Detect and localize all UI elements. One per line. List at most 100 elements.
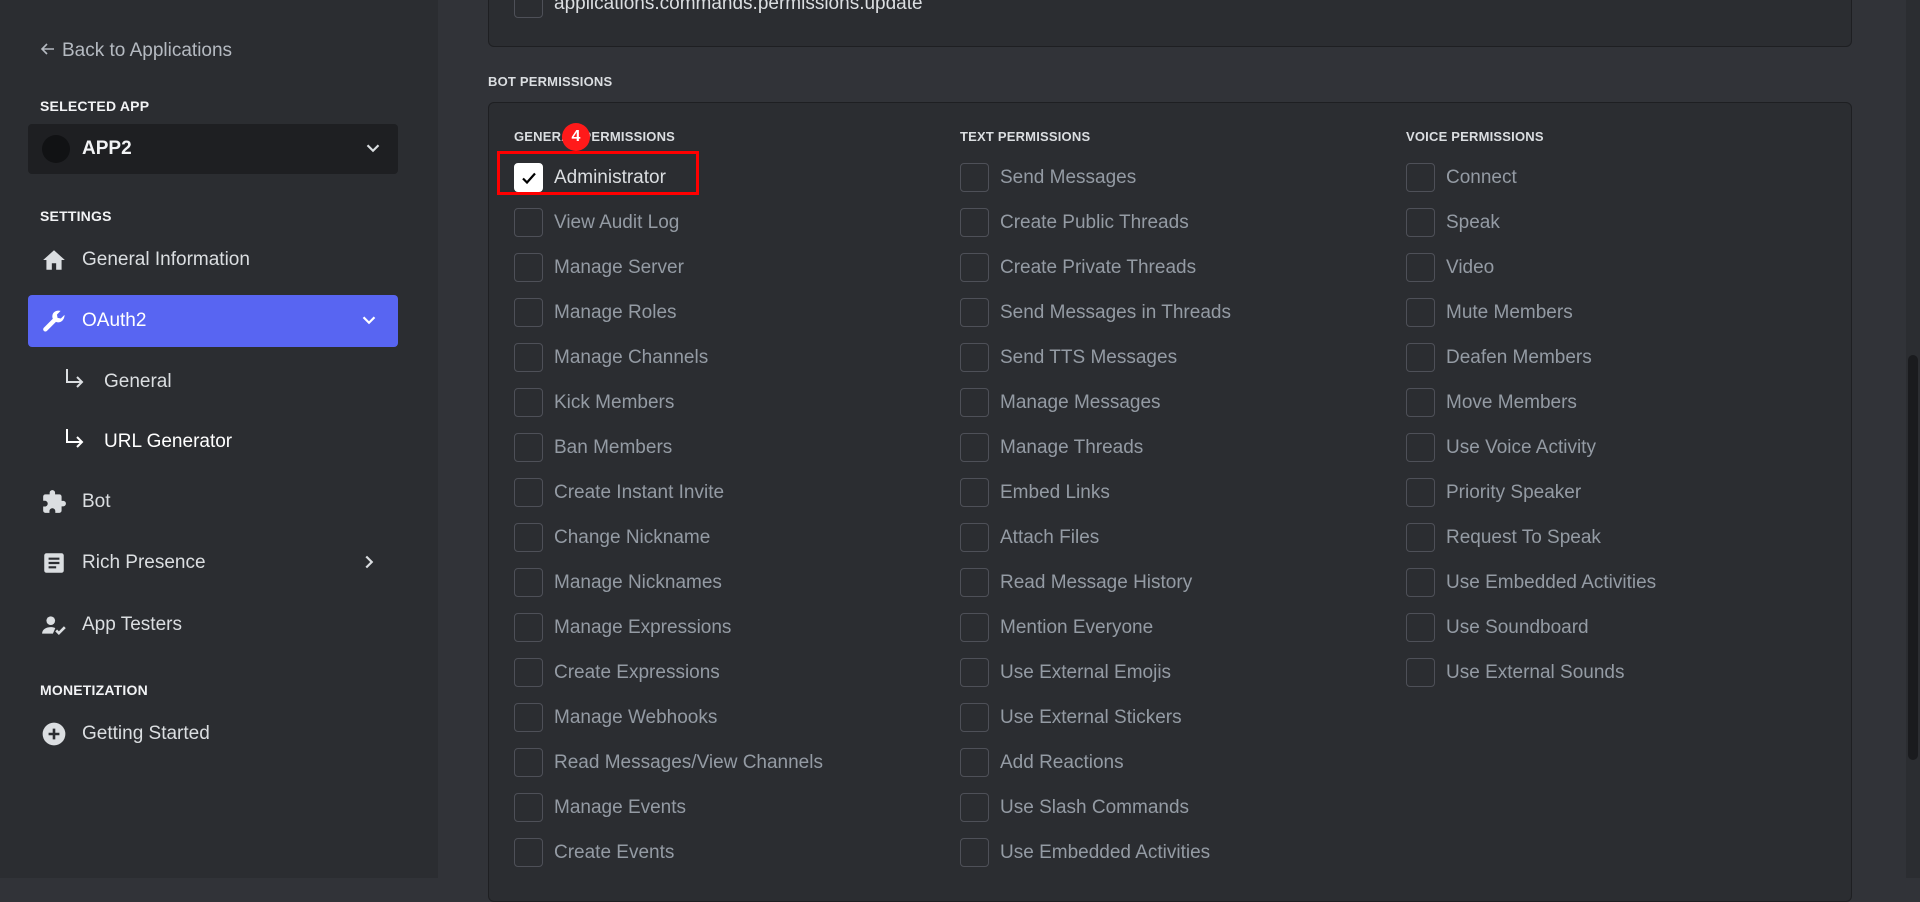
back-to-applications-link[interactable]: Back to Applications	[40, 40, 232, 62]
permission-row-change-nickname[interactable]: Change Nickname	[514, 515, 823, 560]
permission-checkbox[interactable]	[960, 253, 989, 282]
permission-row-read-messages-view-channels[interactable]: Read Messages/View Channels	[514, 740, 823, 785]
permission-row-create-instant-invite[interactable]: Create Instant Invite	[514, 470, 823, 515]
permission-checkbox[interactable]	[960, 433, 989, 462]
permission-row-deafen-members[interactable]: Deafen Members	[1406, 335, 1656, 380]
permission-checkbox[interactable]	[514, 838, 543, 867]
nav-app-testers[interactable]: App Testers	[28, 599, 398, 651]
permission-row-use-voice-activity[interactable]: Use Voice Activity	[1406, 425, 1656, 470]
permission-row-manage-expressions[interactable]: Manage Expressions	[514, 605, 823, 650]
permission-row-read-message-history[interactable]: Read Message History	[960, 560, 1231, 605]
permission-checkbox[interactable]	[1406, 388, 1435, 417]
permission-checkbox[interactable]	[960, 388, 989, 417]
permission-checkbox[interactable]	[514, 253, 543, 282]
permission-row-create-public-threads[interactable]: Create Public Threads	[960, 200, 1231, 245]
permission-checkbox[interactable]	[960, 568, 989, 597]
permission-row-use-external-emojis[interactable]: Use External Emojis	[960, 650, 1231, 695]
app-selector[interactable]: APP2	[28, 124, 398, 174]
permission-row-manage-events[interactable]: Manage Events	[514, 785, 823, 830]
permission-row-use-slash-commands[interactable]: Use Slash Commands	[960, 785, 1231, 830]
scope-checkbox[interactable]	[514, 0, 543, 18]
permission-row-use-external-stickers[interactable]: Use External Stickers	[960, 695, 1231, 740]
permission-checkbox[interactable]	[960, 523, 989, 552]
permission-row-priority-speaker[interactable]: Priority Speaker	[1406, 470, 1656, 515]
permission-row-manage-threads[interactable]: Manage Threads	[960, 425, 1231, 470]
permission-checkbox[interactable]	[1406, 208, 1435, 237]
permission-row-mention-everyone[interactable]: Mention Everyone	[960, 605, 1231, 650]
permission-checkbox[interactable]	[514, 433, 543, 462]
permission-checkbox[interactable]	[960, 793, 989, 822]
permission-checkbox[interactable]	[960, 613, 989, 642]
nav-rich-presence[interactable]: Rich Presence	[28, 537, 398, 589]
nav-oauth2-general[interactable]: General	[64, 362, 172, 402]
permission-row-use-embedded-activities[interactable]: Use Embedded Activities	[1406, 560, 1656, 605]
permission-row-video[interactable]: Video	[1406, 245, 1656, 290]
permission-row-connect[interactable]: Connect	[1406, 155, 1656, 200]
permission-row-manage-server[interactable]: Manage Server	[514, 245, 823, 290]
permission-checkbox[interactable]	[960, 703, 989, 732]
permission-row-attach-files[interactable]: Attach Files	[960, 515, 1231, 560]
permission-checkbox[interactable]	[514, 523, 543, 552]
permission-row-use-external-sounds[interactable]: Use External Sounds	[1406, 650, 1656, 695]
permission-checkbox[interactable]	[514, 298, 543, 327]
permission-row-embed-links[interactable]: Embed Links	[960, 470, 1231, 515]
permission-row-manage-channels[interactable]: Manage Channels	[514, 335, 823, 380]
permission-row-use-embedded-activities[interactable]: Use Embedded Activities	[960, 830, 1231, 875]
permission-checkbox[interactable]	[960, 658, 989, 687]
permission-row-request-to-speak[interactable]: Request To Speak	[1406, 515, 1656, 560]
permission-row-add-reactions[interactable]: Add Reactions	[960, 740, 1231, 785]
permission-checkbox[interactable]	[514, 388, 543, 417]
permission-checkbox[interactable]	[1406, 433, 1435, 462]
permission-row-speak[interactable]: Speak	[1406, 200, 1656, 245]
nav-getting-started[interactable]: Getting Started	[28, 708, 398, 760]
permission-row-use-soundboard[interactable]: Use Soundboard	[1406, 605, 1656, 650]
scope-row[interactable]: applications.commands.permissions.update	[514, 0, 923, 26]
permission-checkbox[interactable]	[1406, 343, 1435, 372]
permission-checkbox[interactable]	[1406, 298, 1435, 327]
permission-row-create-private-threads[interactable]: Create Private Threads	[960, 245, 1231, 290]
permission-checkbox[interactable]	[1406, 658, 1435, 687]
permission-checkbox[interactable]	[1406, 568, 1435, 597]
permission-row-ban-members[interactable]: Ban Members	[514, 425, 823, 470]
permission-checkbox[interactable]	[1406, 478, 1435, 507]
nav-general-information[interactable]: General Information	[28, 234, 398, 286]
permission-checkbox[interactable]	[514, 208, 543, 237]
permission-row-send-tts-messages[interactable]: Send TTS Messages	[960, 335, 1231, 380]
permission-checkbox[interactable]	[1406, 253, 1435, 282]
permission-row-create-events[interactable]: Create Events	[514, 830, 823, 875]
permission-checkbox[interactable]	[960, 343, 989, 372]
permission-checkbox[interactable]	[514, 748, 543, 777]
permission-row-send-messages-in-threads[interactable]: Send Messages in Threads	[960, 290, 1231, 335]
permission-checkbox[interactable]	[960, 298, 989, 327]
permission-checkbox[interactable]	[960, 748, 989, 777]
permission-checkbox[interactable]	[514, 568, 543, 597]
permission-row-manage-messages[interactable]: Manage Messages	[960, 380, 1231, 425]
permission-row-view-audit-log[interactable]: View Audit Log	[514, 200, 823, 245]
permission-checkbox[interactable]	[960, 838, 989, 867]
permission-checkbox[interactable]	[960, 163, 989, 192]
permission-checkbox[interactable]	[514, 703, 543, 732]
permission-row-manage-roles[interactable]: Manage Roles	[514, 290, 823, 335]
permission-checkbox[interactable]	[960, 478, 989, 507]
permission-checkbox[interactable]	[514, 478, 543, 507]
permission-row-manage-nicknames[interactable]: Manage Nicknames	[514, 560, 823, 605]
permission-row-mute-members[interactable]: Mute Members	[1406, 290, 1656, 335]
scrollbar-thumb[interactable]	[1908, 355, 1918, 760]
permission-row-create-expressions[interactable]: Create Expressions	[514, 650, 823, 695]
permission-checkbox[interactable]	[960, 208, 989, 237]
permission-row-administrator[interactable]: Administrator	[514, 155, 823, 200]
permission-row-manage-webhooks[interactable]: Manage Webhooks	[514, 695, 823, 740]
nav-bot[interactable]: Bot	[28, 476, 398, 528]
permission-checkbox[interactable]	[514, 658, 543, 687]
permission-checkbox[interactable]	[514, 163, 543, 192]
nav-oauth2[interactable]: OAuth2	[28, 295, 398, 347]
permission-row-send-messages[interactable]: Send Messages	[960, 155, 1231, 200]
scrollbar[interactable]	[1906, 0, 1920, 878]
permission-row-move-members[interactable]: Move Members	[1406, 380, 1656, 425]
permission-checkbox[interactable]	[1406, 613, 1435, 642]
nav-oauth2-url-generator[interactable]: URL Generator	[64, 422, 232, 462]
permission-checkbox[interactable]	[514, 793, 543, 822]
permission-checkbox[interactable]	[1406, 523, 1435, 552]
permission-checkbox[interactable]	[514, 343, 543, 372]
permission-row-kick-members[interactable]: Kick Members	[514, 380, 823, 425]
